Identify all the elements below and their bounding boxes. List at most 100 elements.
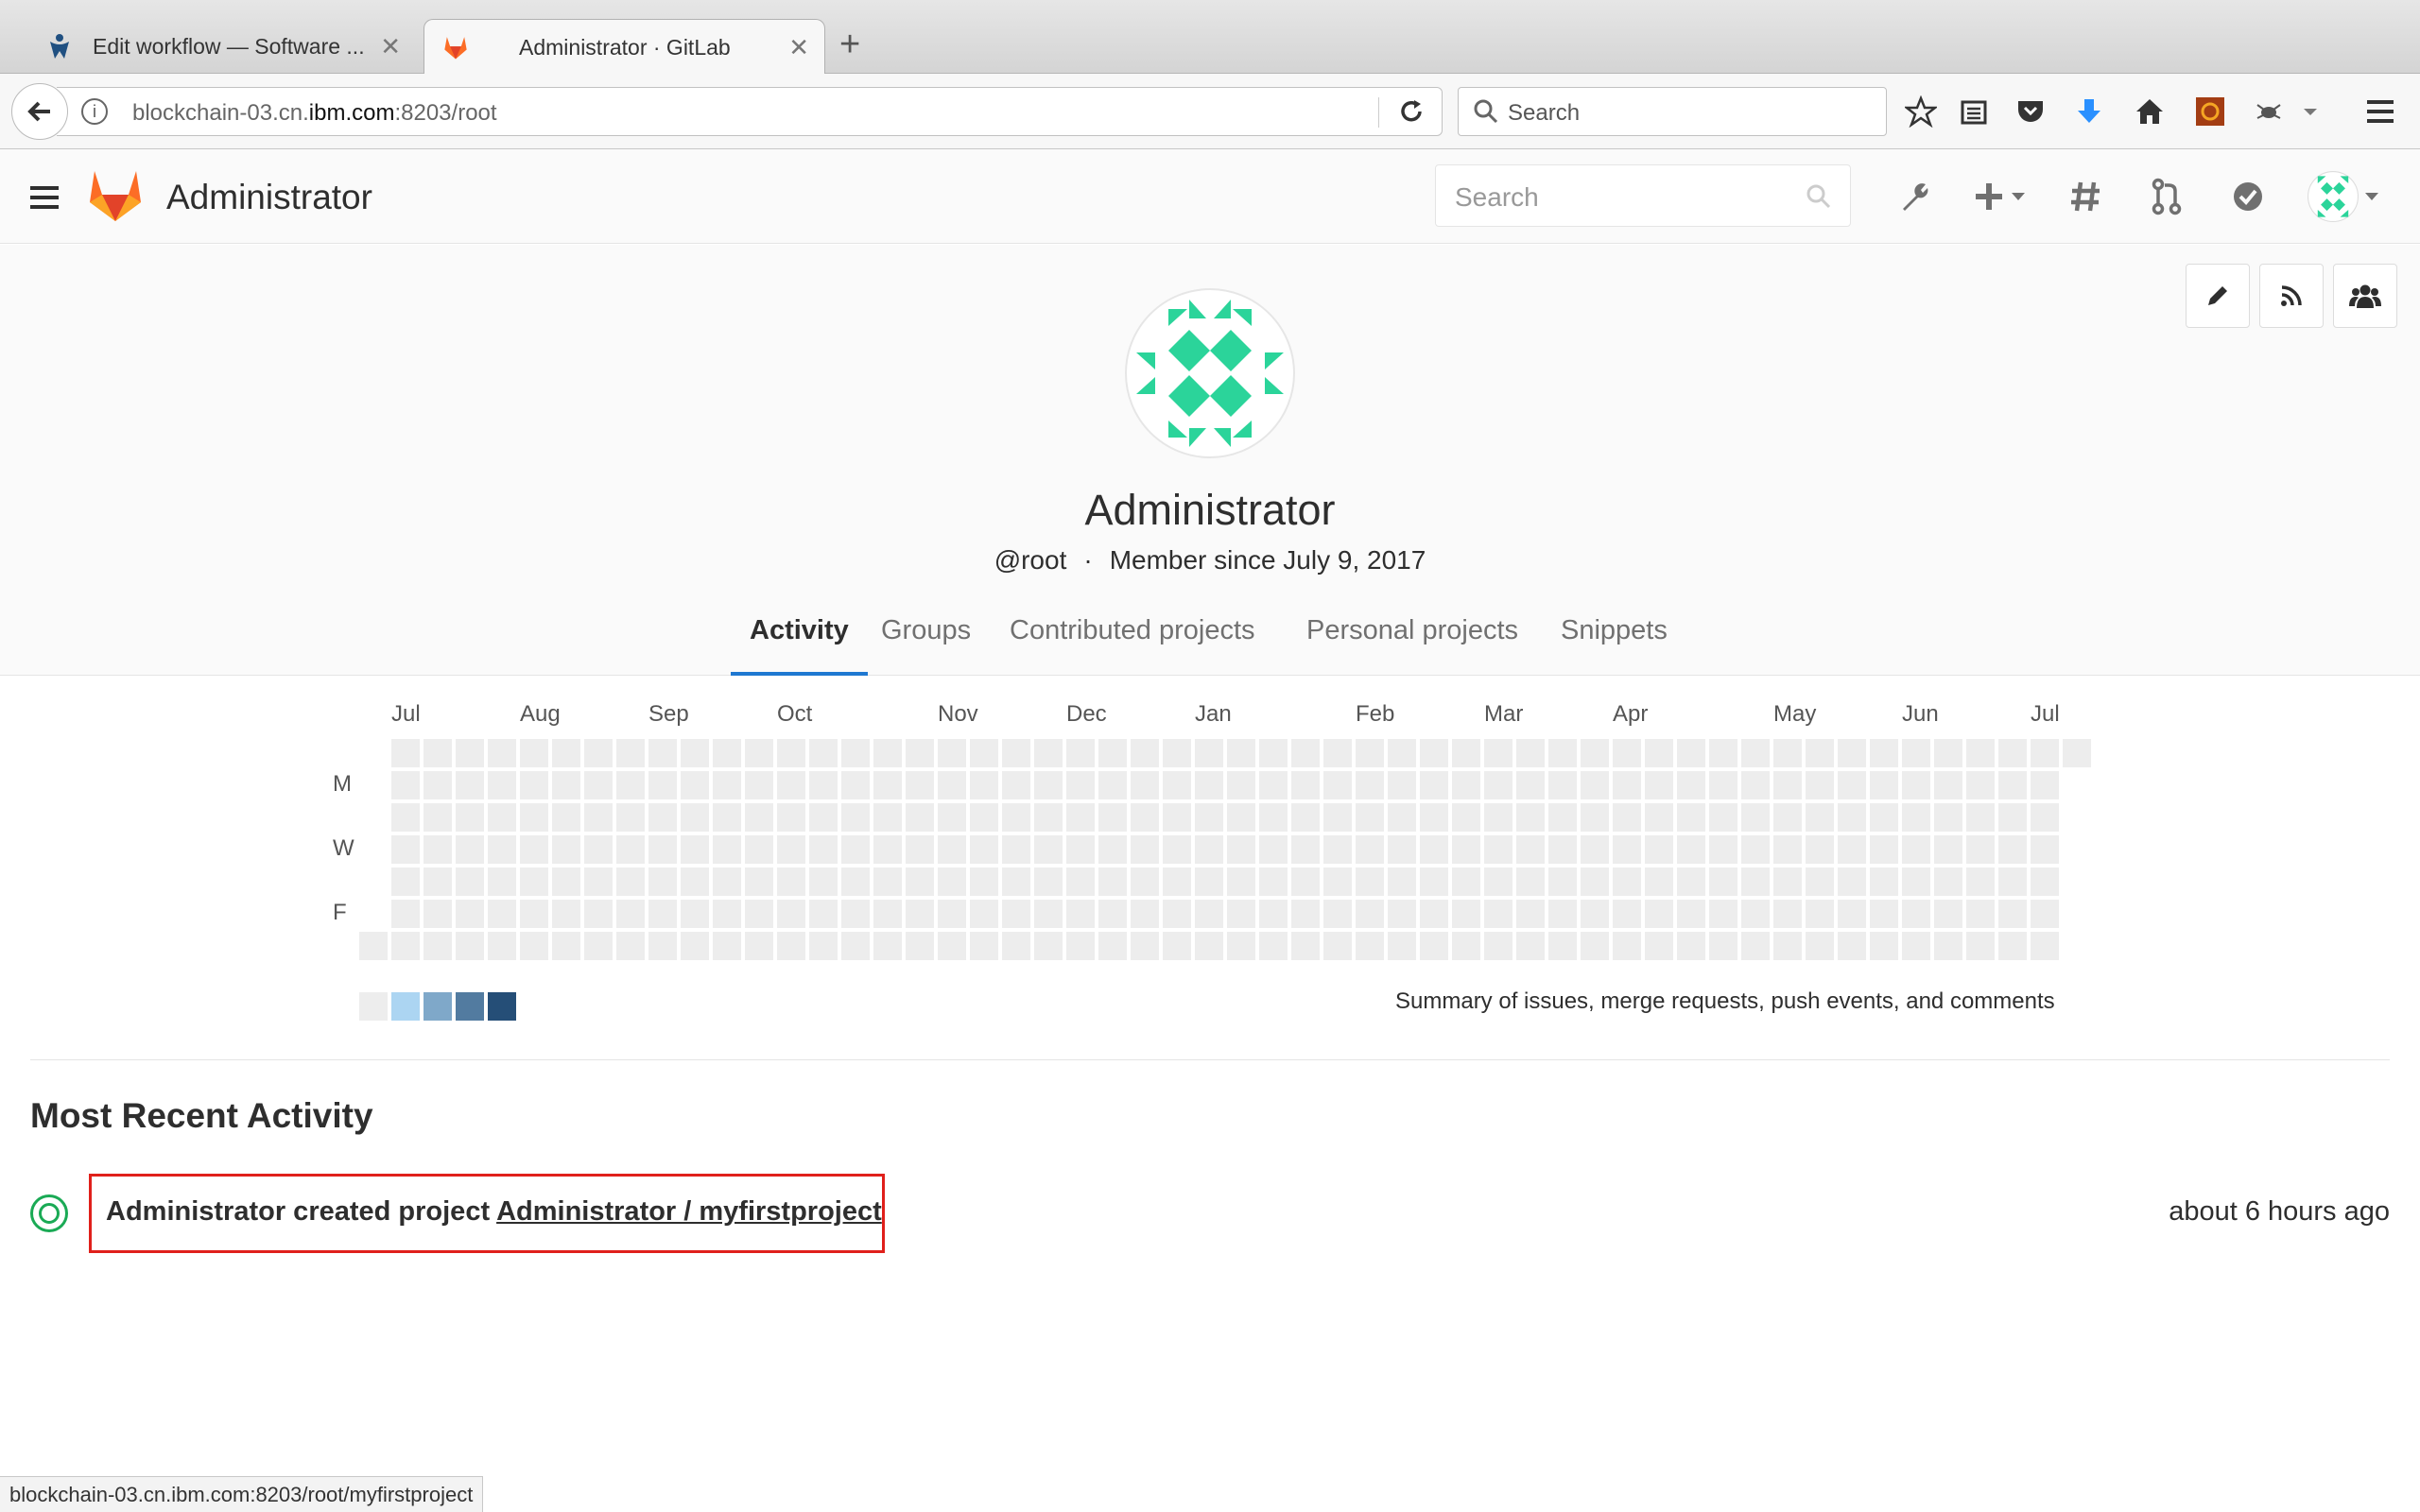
calendar-day-cell[interactable] — [1934, 900, 1962, 928]
calendar-day-cell[interactable] — [1709, 900, 1737, 928]
calendar-day-cell[interactable] — [584, 803, 613, 832]
calendar-day-cell[interactable] — [745, 900, 773, 928]
calendar-day-cell[interactable] — [488, 868, 516, 896]
calendar-day-cell[interactable] — [745, 803, 773, 832]
calendar-day-cell[interactable] — [841, 900, 870, 928]
calendar-day-cell[interactable] — [1838, 868, 1866, 896]
edit-profile-button[interactable] — [2186, 264, 2250, 328]
calendar-day-cell[interactable] — [970, 932, 998, 960]
calendar-day-cell[interactable] — [1002, 900, 1030, 928]
calendar-day-cell[interactable] — [809, 868, 838, 896]
calendar-day-cell[interactable] — [1291, 932, 1320, 960]
calendar-day-cell[interactable] — [1934, 739, 1962, 767]
calendar-day-cell[interactable] — [745, 835, 773, 864]
calendar-day-cell[interactable] — [1613, 868, 1641, 896]
calendar-day-cell[interactable] — [1870, 932, 1898, 960]
calendar-day-cell[interactable] — [1709, 835, 1737, 864]
calendar-day-cell[interactable] — [1452, 932, 1480, 960]
calendar-day-cell[interactable] — [1066, 932, 1095, 960]
calendar-day-cell[interactable] — [552, 932, 580, 960]
close-tab-icon[interactable]: ✕ — [788, 33, 809, 62]
calendar-day-cell[interactable] — [906, 771, 934, 799]
calendar-day-cell[interactable] — [584, 900, 613, 928]
chevron-down-icon[interactable] — [2006, 176, 2031, 217]
calendar-day-cell[interactable] — [938, 771, 966, 799]
tab-activity[interactable]: Activity — [731, 608, 868, 676]
calendar-day-cell[interactable] — [1773, 739, 1802, 767]
calendar-day-cell[interactable] — [1195, 803, 1223, 832]
calendar-day-cell[interactable] — [1002, 835, 1030, 864]
calendar-day-cell[interactable] — [1516, 932, 1545, 960]
calendar-day-cell[interactable] — [1484, 900, 1512, 928]
calendar-day-cell[interactable] — [520, 835, 548, 864]
calendar-day-cell[interactable] — [1998, 932, 2027, 960]
calendar-day-cell[interactable] — [906, 739, 934, 767]
calendar-day-cell[interactable] — [1163, 739, 1191, 767]
calendar-day-cell[interactable] — [970, 771, 998, 799]
calendar-day-cell[interactable] — [1388, 900, 1416, 928]
calendar-day-cell[interactable] — [488, 932, 516, 960]
calendar-day-cell[interactable] — [1966, 868, 1995, 896]
calendar-day-cell[interactable] — [520, 739, 548, 767]
calendar-day-cell[interactable] — [1356, 900, 1384, 928]
calendar-day-cell[interactable] — [906, 835, 934, 864]
calendar-day-cell[interactable] — [1484, 739, 1512, 767]
admin-wrench-icon[interactable] — [1894, 176, 1936, 217]
calendar-day-cell[interactable] — [1806, 803, 1834, 832]
calendar-day-cell[interactable] — [1002, 771, 1030, 799]
calendar-day-cell[interactable] — [1323, 739, 1352, 767]
calendar-day-cell[interactable] — [1645, 868, 1673, 896]
calendar-day-cell[interactable] — [1548, 932, 1577, 960]
calendar-day-cell[interactable] — [1581, 868, 1609, 896]
todos-check-icon[interactable] — [2227, 176, 2269, 217]
calendar-day-cell[interactable] — [1195, 900, 1223, 928]
calendar-day-cell[interactable] — [2031, 739, 2059, 767]
calendar-day-cell[interactable] — [1998, 803, 2027, 832]
calendar-day-cell[interactable] — [1902, 932, 1930, 960]
calendar-day-cell[interactable] — [488, 835, 516, 864]
header-title[interactable]: Administrator — [166, 178, 372, 217]
calendar-day-cell[interactable] — [1066, 771, 1095, 799]
calendar-day-cell[interactable] — [1806, 739, 1834, 767]
calendar-day-cell[interactable] — [1806, 771, 1834, 799]
hamburger-menu-icon[interactable] — [28, 183, 60, 212]
calendar-day-cell[interactable] — [1934, 803, 1962, 832]
calendar-day-cell[interactable] — [1613, 803, 1641, 832]
calendar-day-cell[interactable] — [391, 932, 420, 960]
calendar-day-cell[interactable] — [1998, 900, 2027, 928]
calendar-day-cell[interactable] — [1966, 900, 1995, 928]
calendar-day-cell[interactable] — [1741, 803, 1770, 832]
calendar-day-cell[interactable] — [648, 771, 677, 799]
calendar-day-cell[interactable] — [938, 868, 966, 896]
calendar-day-cell[interactable] — [906, 932, 934, 960]
calendar-day-cell[interactable] — [520, 900, 548, 928]
calendar-day-cell[interactable] — [2031, 771, 2059, 799]
calendar-day-cell[interactable] — [1709, 739, 1737, 767]
calendar-day-cell[interactable] — [873, 771, 902, 799]
calendar-day-cell[interactable] — [391, 835, 420, 864]
profile-avatar[interactable] — [1125, 288, 1295, 458]
tab-groups[interactable]: Groups — [881, 608, 971, 676]
calendar-day-cell[interactable] — [1420, 868, 1448, 896]
calendar-day-cell[interactable] — [906, 803, 934, 832]
calendar-day-cell[interactable] — [1966, 803, 1995, 832]
calendar-day-cell[interactable] — [1966, 739, 1995, 767]
calendar-day-cell[interactable] — [681, 835, 709, 864]
calendar-day-cell[interactable] — [1323, 900, 1352, 928]
download-icon[interactable] — [2070, 93, 2108, 130]
calendar-day-cell[interactable] — [809, 932, 838, 960]
calendar-day-cell[interactable] — [648, 868, 677, 896]
calendar-day-cell[interactable] — [1709, 868, 1737, 896]
calendar-day-cell[interactable] — [1773, 803, 1802, 832]
project-link[interactable]: Administrator / myfirstproject — [496, 1196, 882, 1227]
calendar-day-cell[interactable] — [1581, 835, 1609, 864]
calendar-day-cell[interactable] — [1516, 771, 1545, 799]
calendar-day-cell[interactable] — [1516, 739, 1545, 767]
calendar-day-cell[interactable] — [2063, 739, 2091, 767]
calendar-day-cell[interactable] — [648, 739, 677, 767]
calendar-day-cell[interactable] — [1677, 932, 1705, 960]
calendar-day-cell[interactable] — [1902, 900, 1930, 928]
calendar-day-cell[interactable] — [1002, 868, 1030, 896]
calendar-day-cell[interactable] — [1066, 803, 1095, 832]
calendar-day-cell[interactable] — [1613, 900, 1641, 928]
